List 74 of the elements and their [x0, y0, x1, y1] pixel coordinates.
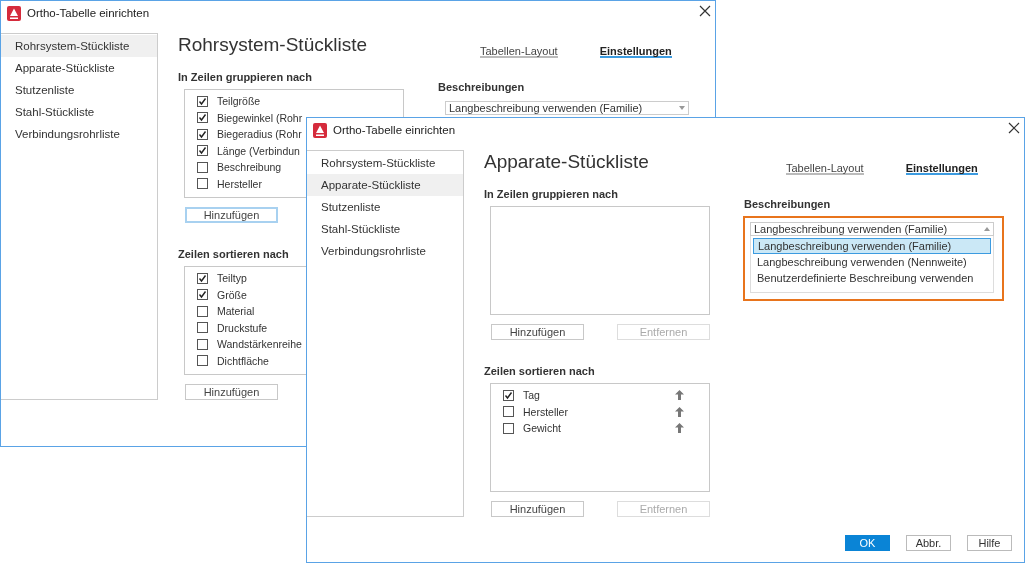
section-label: Zeilen sortieren nach	[484, 365, 595, 377]
list-item-label: Teilgröße	[217, 95, 261, 108]
caret-icon	[984, 227, 990, 231]
section-label: In Zeilen gruppieren nach	[484, 188, 618, 200]
close-icon[interactable]	[699, 5, 711, 17]
tab[interactable]: Einstellungen	[599, 44, 672, 58]
checkbox[interactable]	[503, 406, 514, 418]
checkbox[interactable]	[197, 272, 208, 284]
tab[interactable]: Tabellen-Layout	[480, 44, 558, 58]
list-item-label: Beschreibung	[217, 161, 282, 174]
list-item-label: Biegewinkel (Rohr	[217, 111, 303, 124]
sidebar-item[interactable]: Apparate-Stückliste	[1, 57, 157, 79]
close-icon[interactable]	[1008, 122, 1020, 134]
page-heading: Rohrsystem-Stückliste	[178, 33, 368, 57]
checkbox[interactable]	[197, 305, 208, 317]
sidebar-item[interactable]: Verbindungsrohrliste	[307, 240, 463, 262]
description-dropdown[interactable]: Langbeschreibung verwenden (Familie)	[445, 101, 689, 115]
dropdown-option[interactable]: Langbeschreibung verwenden (Familie)	[753, 238, 991, 254]
list-item-label: Wandstärkenreihe	[217, 338, 302, 351]
app-logo-icon	[7, 6, 21, 21]
add-button[interactable]: Hinzufügen	[185, 207, 278, 223]
checkbox[interactable]	[197, 355, 208, 367]
dialog-button[interactable]: Abbr.	[906, 535, 951, 551]
checkbox[interactable]	[197, 145, 208, 157]
sidebar-item[interactable]: Verbindungsrohrliste	[1, 123, 157, 145]
checkbox[interactable]	[503, 422, 514, 434]
dropdown-option[interactable]: Benutzerdefinierte Beschreibung verwenden	[753, 270, 991, 286]
list-item-label: Druckstufe	[217, 321, 268, 334]
dropdown-option[interactable]: Langbeschreibung verwenden (Nennweite)	[753, 254, 991, 270]
caret-icon	[679, 106, 685, 110]
checkbox[interactable]	[197, 161, 208, 173]
add-button[interactable]: Hinzufügen	[491, 501, 584, 517]
list-item-label: Tag	[523, 389, 540, 402]
sidebar-item[interactable]: Stahl-Stückliste	[307, 218, 463, 240]
window-title: Ortho-Tabelle einrichten	[27, 6, 150, 20]
section-label: Zeilen sortieren nach	[178, 248, 289, 260]
description-dropdown[interactable]: Langbeschreibung verwenden (Familie)	[750, 222, 994, 236]
list-item-label: Hersteller	[523, 405, 568, 418]
sidebar-item[interactable]: Stahl-Stückliste	[1, 101, 157, 123]
list-item-label: Teiltyp	[217, 272, 247, 285]
section-label: Beschreibungen	[438, 81, 525, 93]
sidebar-item[interactable]: Stutzenliste	[307, 196, 463, 218]
up-arrow-icon[interactable]	[675, 390, 684, 401]
section-label: Beschreibungen	[744, 198, 831, 210]
sort-list-box[interactable]: Tag Hersteller Gewicht	[490, 383, 710, 492]
sidebar-item[interactable]: Rohrsystem-Stückliste	[1, 35, 157, 57]
dialog-button[interactable]: OK	[845, 535, 890, 551]
section-label: In Zeilen gruppieren nach	[178, 71, 312, 83]
checkbox[interactable]	[503, 389, 514, 401]
app-logo-icon	[313, 123, 327, 138]
add-button[interactable]: Hinzufügen	[185, 384, 278, 400]
checkbox[interactable]	[197, 128, 208, 140]
checkbox[interactable]	[197, 112, 208, 124]
checkbox[interactable]	[197, 178, 208, 190]
dialog-button[interactable]: Hilfe	[967, 535, 1012, 551]
up-arrow-icon[interactable]	[675, 423, 684, 434]
list-item-label: Länge (Verbindun	[217, 144, 300, 157]
list-item-label: Größe	[217, 288, 247, 301]
tab[interactable]: Einstellungen	[905, 161, 978, 175]
sidebar-item[interactable]: Stutzenliste	[1, 79, 157, 101]
list-item-label: Material	[217, 305, 255, 318]
sidebar-item[interactable]: Apparate-Stückliste	[307, 174, 463, 196]
tab[interactable]: Tabellen-Layout	[786, 161, 864, 175]
checkbox[interactable]	[197, 338, 208, 350]
list-item-label: Gewicht	[523, 422, 561, 435]
list-item-label: Biegeradius (Rohr	[217, 128, 302, 141]
checkbox[interactable]	[197, 289, 208, 301]
page-heading: Apparate-Stückliste	[484, 150, 650, 174]
checkbox[interactable]	[197, 95, 208, 107]
list-item-label: Hersteller	[217, 177, 262, 190]
add-button[interactable]: Hinzufügen	[491, 324, 584, 340]
list-item-label: Dichtfläche	[217, 354, 269, 367]
up-arrow-icon[interactable]	[675, 406, 684, 417]
checkbox[interactable]	[197, 322, 208, 334]
